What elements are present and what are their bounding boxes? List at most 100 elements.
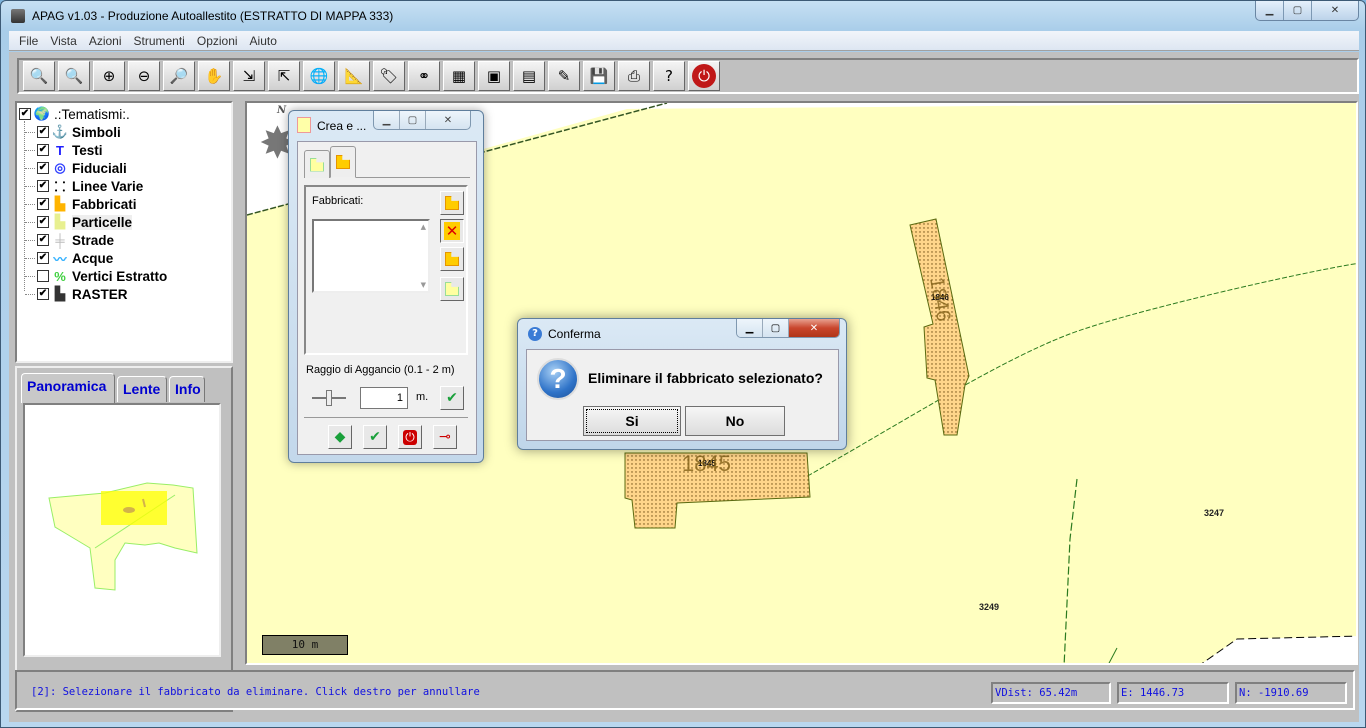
layer-checkbox[interactable]: ✔ bbox=[37, 144, 49, 156]
toolbar-button-zoom-window[interactable]: 🔎 bbox=[163, 61, 195, 91]
pan-hand-icon: ✋ bbox=[204, 67, 224, 85]
slider-thumb[interactable] bbox=[326, 390, 332, 406]
dialog-body: ? Eliminare il fabbricato selezionato? S… bbox=[526, 349, 839, 441]
minimize-button[interactable]: ▁ bbox=[1256, 1, 1284, 20]
tab-info[interactable]: Info bbox=[169, 376, 205, 402]
tree-item-simboli[interactable]: ✔ ⚓ Simboli bbox=[37, 123, 121, 141]
toolbar-button-label-tag[interactable]: 🏷 bbox=[373, 61, 405, 91]
close-button[interactable]: ✕ bbox=[1312, 1, 1358, 20]
layer-icon: T bbox=[56, 142, 64, 158]
toolbar-button-table[interactable]: ▤ bbox=[513, 61, 545, 91]
building-merge-button[interactable] bbox=[440, 277, 464, 301]
tool-close-button[interactable]: ✕ bbox=[426, 111, 470, 129]
layer-checkbox[interactable]: ✔ bbox=[37, 162, 49, 174]
overview-map[interactable] bbox=[23, 403, 221, 657]
toolbar-button-zoom-previous[interactable]: 🔍 bbox=[23, 61, 55, 91]
overview-building bbox=[123, 507, 135, 513]
zoom-extents-in-icon: ⇲ bbox=[242, 67, 256, 85]
layer-checkbox[interactable]: ✔ bbox=[37, 216, 49, 228]
menu-azioni[interactable]: Azioni bbox=[83, 34, 128, 48]
layer-checkbox[interactable]: ✔ bbox=[37, 252, 49, 264]
tool-minimize-button[interactable]: ▁ bbox=[374, 111, 400, 129]
layer-checkbox[interactable]: ✔ bbox=[37, 288, 49, 300]
tree-item-strade[interactable]: ✔ ╪ Strade bbox=[37, 231, 114, 249]
toolbar-button-pan-hand[interactable]: ✋ bbox=[198, 61, 230, 91]
dialog-maximize-button[interactable]: ▢ bbox=[763, 319, 789, 337]
tree-root-checkbox[interactable]: ✔ bbox=[19, 108, 31, 120]
maximize-button[interactable]: ▢ bbox=[1284, 1, 1312, 20]
zoom-out-icon: ⊖ bbox=[137, 67, 151, 85]
building-shape-button[interactable] bbox=[440, 247, 464, 271]
toolbar-button-zoom-in[interactable]: ⊕ bbox=[93, 61, 125, 91]
toolbar-button-print[interactable]: ⎙ bbox=[618, 61, 650, 91]
layer-checkbox[interactable]: ✔ bbox=[37, 198, 49, 210]
scroll-down-icon[interactable]: ▼ bbox=[421, 281, 426, 289]
layer-checkbox[interactable]: ✔ bbox=[37, 180, 49, 192]
layer-checkbox[interactable]: ✔ bbox=[37, 234, 49, 246]
toolbar-button-binoculars[interactable]: ⚭ bbox=[408, 61, 440, 91]
tree-item-acque[interactable]: ✔ 〰 Acque bbox=[37, 249, 113, 267]
delete-building-button[interactable]: ✕ bbox=[440, 219, 464, 243]
status-message: [2]: Selezionare il fabbricato da elimin… bbox=[31, 686, 480, 698]
layer-label: Vertici Estratto bbox=[72, 268, 168, 284]
exit-button[interactable]: ⏻ bbox=[398, 425, 422, 449]
layer-checkbox[interactable]: ✔ bbox=[37, 126, 49, 138]
toolbar-button-globe-zoom[interactable]: 🌐 bbox=[303, 61, 335, 91]
menu-vista[interactable]: Vista bbox=[44, 34, 82, 48]
apply-snap-button[interactable]: ✔ bbox=[440, 386, 464, 410]
tree-item-fabbricati[interactable]: ✔ ▙ Fabbricati bbox=[37, 195, 137, 213]
parcel-boundary-diag bbox=[1108, 647, 1118, 663]
pin-button[interactable]: ⊸ bbox=[433, 425, 457, 449]
help-icon: ? bbox=[665, 67, 673, 85]
confirm-button[interactable]: ✔ bbox=[363, 425, 387, 449]
menu-file[interactable]: File bbox=[13, 34, 44, 48]
scroll-up-icon[interactable]: ▲ bbox=[421, 223, 426, 231]
tree-item-vertici-estratto[interactable]: % Vertici Estratto bbox=[37, 267, 167, 285]
binoculars-icon: ⚭ bbox=[417, 67, 431, 85]
new-building-button[interactable] bbox=[440, 191, 464, 215]
layer-icon: ▙ bbox=[55, 286, 65, 301]
tree-item-testi[interactable]: ✔ T Testi bbox=[37, 141, 103, 159]
vertex-button[interactable]: ◆ bbox=[328, 425, 352, 449]
toolbar-button-ruler[interactable]: 📐 bbox=[338, 61, 370, 91]
menu-opzioni[interactable]: Opzioni bbox=[191, 34, 244, 48]
tree-root[interactable]: ✔ 🌍 .:Tematismi:. bbox=[19, 105, 130, 123]
toolbar-button-zoom-extents-in[interactable]: ⇲ bbox=[233, 61, 265, 91]
tab-particelle[interactable] bbox=[304, 150, 330, 178]
label-tag-icon: 🏷 bbox=[379, 67, 399, 85]
tool-maximize-button[interactable]: ▢ bbox=[400, 111, 426, 129]
snap-slider[interactable] bbox=[312, 390, 346, 406]
menu-aiuto[interactable]: Aiuto bbox=[244, 34, 283, 48]
tab-panoramica[interactable]: Panoramica bbox=[21, 373, 115, 403]
layer-checkbox[interactable] bbox=[37, 270, 49, 282]
toolbar-button-zoom-out[interactable]: ⊖ bbox=[128, 61, 160, 91]
toolbar-button-find-parcel[interactable]: ▣ bbox=[478, 61, 510, 91]
overview-viewport bbox=[101, 491, 167, 525]
no-button[interactable]: No bbox=[685, 406, 785, 436]
power-icon: ⏻ bbox=[403, 429, 417, 445]
checkmark-icon: ✔ bbox=[446, 390, 458, 406]
tab-fabbricati[interactable] bbox=[330, 146, 356, 178]
dialog-close-button[interactable]: ✕ bbox=[789, 319, 839, 337]
yes-button[interactable]: Si bbox=[583, 406, 681, 436]
tree-item-raster[interactable]: ✔ ▙ RASTER bbox=[37, 285, 128, 303]
building-icon bbox=[336, 155, 350, 169]
title-bar[interactable]: APAG v1.03 - Produzione Autoallestito (E… bbox=[1, 1, 1365, 31]
toolbar-button-layers[interactable]: ▦ bbox=[443, 61, 475, 91]
toolbar-button-edit-parcel[interactable]: ✎ bbox=[548, 61, 580, 91]
toolbar-button-power-exit[interactable]: ⏻ bbox=[688, 61, 720, 91]
tree-item-linee-varie[interactable]: ✔ ⸬ Linee Varie bbox=[37, 177, 143, 195]
tab-lente[interactable]: Lente bbox=[117, 376, 167, 402]
snap-radius-label: Raggio di Aggancio (0.1 - 2 m) bbox=[306, 364, 455, 376]
tree-item-fiduciali[interactable]: ✔ ◎ Fiduciali bbox=[37, 159, 127, 177]
north-readout: N: -1910.69 bbox=[1235, 682, 1347, 704]
tree-item-particelle[interactable]: ✔ ▙ Particelle bbox=[37, 213, 133, 231]
snap-radius-input[interactable] bbox=[360, 387, 408, 409]
toolbar-button-zoom-next[interactable]: 🔍 bbox=[58, 61, 90, 91]
toolbar-button-save-disk[interactable]: 💾 bbox=[583, 61, 615, 91]
toolbar-button-zoom-extents-out[interactable]: ⇱ bbox=[268, 61, 300, 91]
dialog-minimize-button[interactable]: ▁ bbox=[737, 319, 763, 337]
menu-strumenti[interactable]: Strumenti bbox=[128, 34, 191, 48]
toolbar-button-help[interactable]: ? bbox=[653, 61, 685, 91]
fabbricati-list[interactable]: ▲ ▼ bbox=[312, 219, 430, 293]
